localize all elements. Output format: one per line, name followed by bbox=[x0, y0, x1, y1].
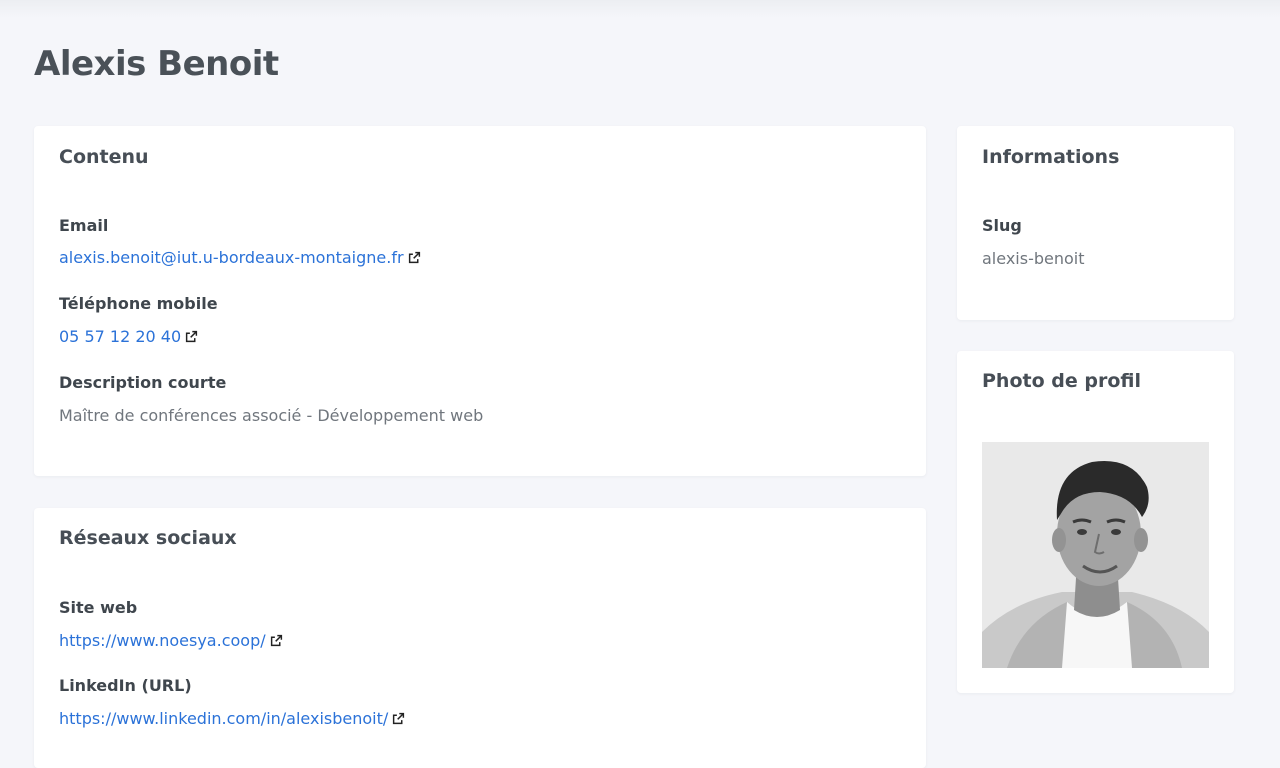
phone-link[interactable]: 05 57 12 20 40 bbox=[59, 327, 198, 346]
top-shadow-bar bbox=[0, 0, 1280, 18]
email-link-text: alexis.benoit@iut.u-bordeaux-montaigne.f… bbox=[59, 248, 404, 267]
linkedin-link-text: https://www.linkedin.com/in/alexisbenoit… bbox=[59, 709, 389, 728]
card-informations: Informations Slug alexis-benoit bbox=[957, 126, 1234, 320]
email-link[interactable]: alexis.benoit@iut.u-bordeaux-montaigne.f… bbox=[59, 248, 421, 267]
slug-value: alexis-benoit bbox=[982, 249, 1085, 268]
slug-label: Slug bbox=[982, 216, 1022, 235]
email-label: Email bbox=[59, 216, 109, 235]
external-link-icon bbox=[392, 712, 405, 725]
card-reseaux-sociaux: Réseaux sociaux Site web https://www.noe… bbox=[34, 508, 926, 768]
page-title: Alexis Benoit bbox=[34, 44, 279, 84]
card-title-informations: Informations bbox=[982, 146, 1120, 168]
card-title-photo: Photo de profil bbox=[982, 370, 1141, 392]
external-link-icon bbox=[270, 634, 283, 647]
website-link[interactable]: https://www.noesya.coop/ bbox=[59, 631, 283, 650]
profile-photo bbox=[982, 442, 1209, 668]
external-link-icon bbox=[185, 330, 198, 343]
card-title-contenu: Contenu bbox=[59, 146, 149, 168]
website-label: Site web bbox=[59, 598, 138, 617]
external-link-icon bbox=[408, 251, 421, 264]
description-value: Maître de conférences associé - Développ… bbox=[59, 406, 484, 425]
phone-link-text: 05 57 12 20 40 bbox=[59, 327, 182, 346]
card-title-reseaux: Réseaux sociaux bbox=[59, 527, 237, 549]
linkedin-label: LinkedIn (URL) bbox=[59, 676, 192, 695]
phone-label: Téléphone mobile bbox=[59, 294, 218, 313]
website-link-text: https://www.noesya.coop/ bbox=[59, 631, 266, 650]
card-photo-profil: Photo de profil bbox=[957, 351, 1234, 693]
description-label: Description courte bbox=[59, 373, 227, 392]
card-contenu: Contenu Email alexis.benoit@iut.u-bordea… bbox=[34, 126, 926, 476]
linkedin-link[interactable]: https://www.linkedin.com/in/alexisbenoit… bbox=[59, 709, 405, 728]
